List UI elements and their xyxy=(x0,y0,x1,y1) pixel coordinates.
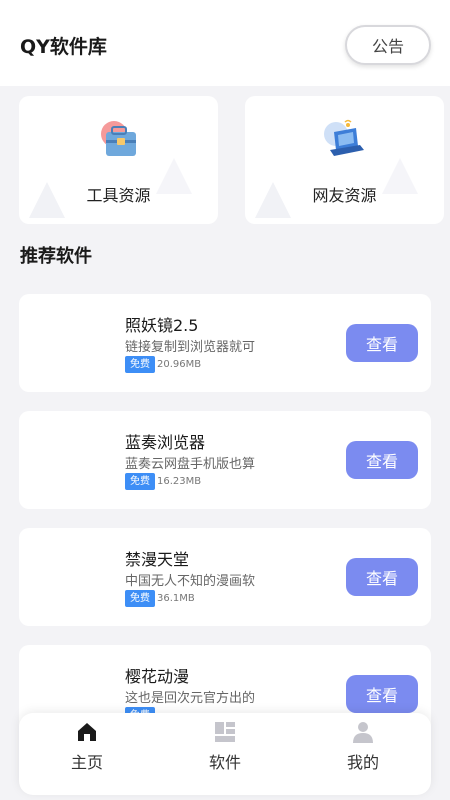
app-name: 蓝奏浏览器 xyxy=(125,433,206,452)
app-meta: 免费 16.23MB xyxy=(125,473,201,490)
friends-resource-label: 网友资源 xyxy=(312,186,377,205)
app-meta: 免费 36.1MB xyxy=(125,590,195,607)
tools-resource-card[interactable]: 工具资源 xyxy=(19,96,218,224)
view-button[interactable]: 查看 xyxy=(346,675,418,713)
app-size: 36.1MB xyxy=(157,593,195,604)
nav-label-software: 软件 xyxy=(208,753,241,772)
grid-icon xyxy=(215,722,235,742)
toolbox-icon xyxy=(94,116,144,166)
app-title: QY软件库 xyxy=(20,36,107,58)
nav-item-software[interactable]: 软件 xyxy=(185,721,265,785)
app-description: 蓝奏云网盘手机版也算 xyxy=(125,457,256,472)
section-title: 推荐软件 xyxy=(20,246,92,267)
app-meta: 免费 20.96MB xyxy=(125,356,201,373)
nav-item-home[interactable]: 主页 xyxy=(47,721,127,785)
bottom-nav: 主页 软件 我的 xyxy=(19,713,431,795)
app-description: 这也是回次元官方出的 xyxy=(125,691,256,706)
view-button[interactable]: 查看 xyxy=(346,441,418,479)
friends-resource-card[interactable]: 网友资源 xyxy=(245,96,444,224)
header-bar: QY软件库 公告 xyxy=(0,0,450,86)
list-item[interactable]: 禁漫天堂 中国无人不知的漫画软 免费 36.1MB 查看 xyxy=(19,528,431,626)
list-item[interactable]: 蓝奏浏览器 蓝奏云网盘手机版也算 免费 16.23MB 查看 xyxy=(19,411,431,509)
app-description: 中国无人不知的漫画软 xyxy=(125,574,256,589)
app-size: 16.23MB xyxy=(157,476,202,487)
laptop-icon xyxy=(320,116,370,166)
free-badge: 免费 xyxy=(125,590,155,607)
list-item[interactable]: 照妖镜2.5 链接复制到浏览器就可 免费 20.96MB 查看 xyxy=(19,294,431,392)
free-badge: 免费 xyxy=(125,473,155,490)
view-button[interactable]: 查看 xyxy=(346,324,418,362)
free-badge: 免费 xyxy=(125,356,155,373)
nav-item-mine[interactable]: 我的 xyxy=(323,721,403,785)
app-name: 禁漫天堂 xyxy=(125,550,190,569)
tools-resource-label: 工具资源 xyxy=(86,186,151,205)
home-icon xyxy=(78,723,96,741)
app-name: 樱花动漫 xyxy=(125,667,190,686)
user-icon xyxy=(353,722,373,743)
notice-button[interactable]: 公告 xyxy=(345,25,431,65)
app-name: 照妖镜2.5 xyxy=(125,316,199,335)
nav-label-home: 主页 xyxy=(70,753,103,772)
view-button[interactable]: 查看 xyxy=(346,558,418,596)
nav-label-mine: 我的 xyxy=(346,753,379,772)
app-size: 20.96MB xyxy=(157,359,202,370)
app-description: 链接复制到浏览器就可 xyxy=(125,340,256,355)
